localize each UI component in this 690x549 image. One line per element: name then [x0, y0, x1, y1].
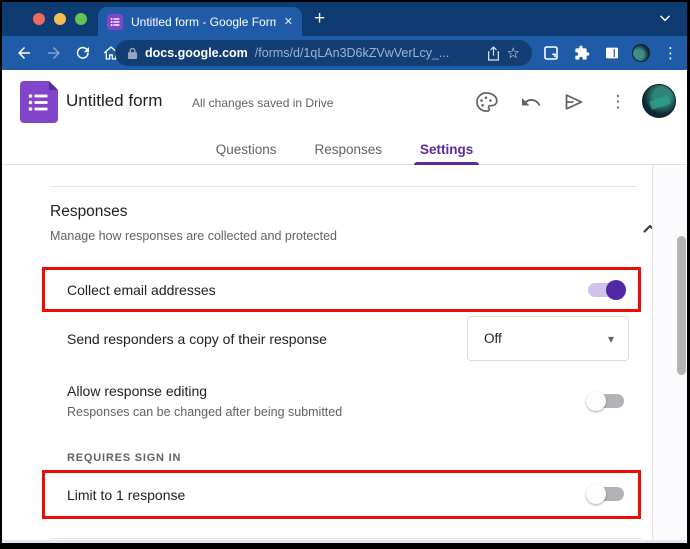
- scrollbar-track[interactable]: [652, 165, 687, 540]
- collect-email-toggle[interactable]: [588, 283, 624, 297]
- collect-email-label: Collect email addresses: [67, 282, 216, 298]
- responses-section-subtitle: Manage how responses are collected and p…: [50, 229, 337, 243]
- tab-search-chevron-icon[interactable]: [658, 11, 672, 25]
- allow-editing-label: Allow response editing: [67, 383, 207, 399]
- tab-settings[interactable]: Settings: [418, 134, 475, 165]
- extensions-puzzle-icon[interactable]: [574, 45, 592, 63]
- form-nav-tabs: Questions Responses Settings: [2, 134, 687, 165]
- more-options-icon[interactable]: ⋮: [608, 90, 628, 114]
- limit-response-label: Limit to 1 response: [67, 487, 185, 503]
- dropdown-value: Off: [484, 331, 608, 346]
- browser-menu-icon[interactable]: ⋮: [663, 44, 675, 62]
- side-panel-icon[interactable]: [604, 45, 622, 63]
- google-forms-logo[interactable]: [20, 81, 58, 123]
- back-icon[interactable]: [15, 44, 33, 62]
- tab-strip: Untitled form - Google Forms ✕ +: [2, 2, 687, 36]
- account-avatar[interactable]: [642, 84, 676, 118]
- customize-theme-palette-icon[interactable]: [474, 90, 498, 114]
- close-window-button[interactable]: [33, 13, 45, 25]
- url-host: docs.google.com: [145, 46, 248, 60]
- toggle-knob: [586, 484, 606, 504]
- send-copy-dropdown[interactable]: Off ▾: [467, 316, 629, 361]
- forms-header: Untitled form All changes saved in Drive…: [2, 70, 687, 134]
- browser-window: Untitled form - Google Forms ✕ + docs.go…: [0, 0, 690, 549]
- browser-toolbar: docs.google.com /forms/d/1qLAn3D6kZVwVer…: [2, 36, 687, 70]
- allow-editing-toggle[interactable]: [588, 394, 624, 408]
- share-icon[interactable]: [487, 46, 500, 61]
- limit-response-toggle[interactable]: [588, 487, 624, 501]
- dropdown-caret-icon: ▾: [608, 332, 614, 346]
- section-divider-top: [50, 186, 637, 187]
- save-status-text: All changes saved in Drive: [192, 96, 333, 110]
- bookmark-star-icon[interactable]: ☆: [507, 46, 520, 61]
- minimize-window-button[interactable]: [54, 13, 66, 25]
- page-background-strip: [2, 540, 687, 545]
- browser-tab[interactable]: Untitled form - Google Forms ✕: [98, 7, 302, 36]
- url-path: /forms/d/1qLAn3D6kZVwVerLcy_...: [255, 46, 480, 60]
- undo-icon[interactable]: [519, 90, 543, 114]
- section-divider-bottom: [50, 538, 642, 539]
- requires-sign-in-label: REQUIRES SIGN IN: [67, 452, 181, 464]
- send-icon[interactable]: [562, 90, 586, 114]
- tab-questions[interactable]: Questions: [214, 134, 279, 165]
- document-title[interactable]: Untitled form: [66, 91, 162, 111]
- lock-icon[interactable]: [127, 47, 138, 60]
- google-forms-favicon: [107, 14, 123, 30]
- tab-responses[interactable]: Responses: [312, 134, 384, 165]
- zoom-window-button[interactable]: [75, 13, 87, 25]
- responses-section-title: Responses: [50, 203, 128, 221]
- tab-capture-extension-icon[interactable]: [543, 45, 561, 63]
- scrollbar-thumb[interactable]: [677, 236, 686, 375]
- tab-close-icon[interactable]: ✕: [284, 15, 293, 28]
- new-tab-button[interactable]: +: [314, 8, 325, 30]
- forward-icon[interactable]: [45, 44, 63, 62]
- tab-title: Untitled form - Google Forms: [131, 15, 276, 29]
- send-copy-label: Send responders a copy of their response: [67, 331, 327, 347]
- toggle-knob: [606, 280, 626, 300]
- allow-editing-subtitle: Responses can be changed after being sub…: [67, 405, 342, 419]
- address-bar[interactable]: docs.google.com /forms/d/1qLAn3D6kZVwVer…: [115, 40, 532, 66]
- profile-avatar-small[interactable]: [632, 44, 650, 62]
- settings-panel: Responses Manage how responses are colle…: [2, 165, 652, 540]
- toggle-knob: [586, 391, 606, 411]
- reload-icon[interactable]: [74, 44, 92, 62]
